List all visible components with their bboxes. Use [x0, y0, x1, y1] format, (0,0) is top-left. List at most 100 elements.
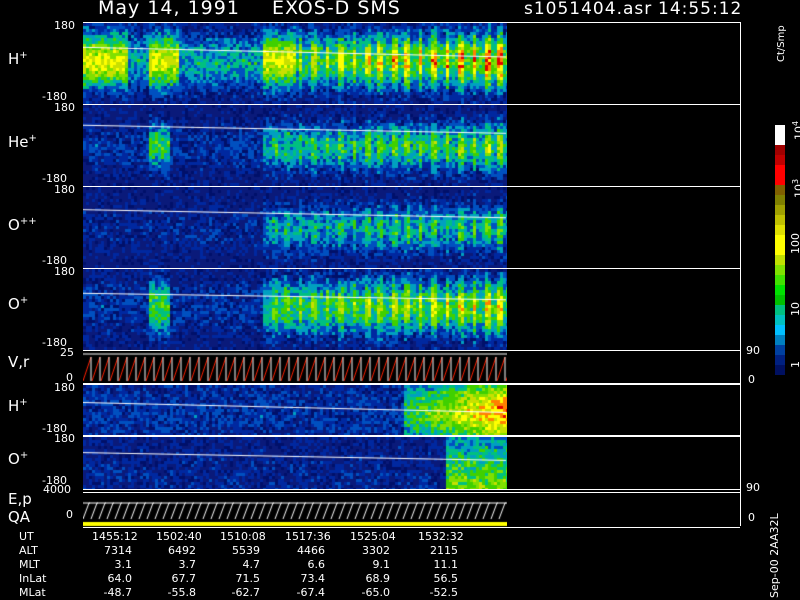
colorbar-swatch — [775, 135, 785, 145]
colorbar-swatch — [775, 265, 785, 275]
colorbar-swatch — [775, 335, 785, 345]
colorbar-swatch — [775, 155, 785, 165]
colorbar-swatch — [775, 165, 785, 175]
ymax-ep: 4000 — [43, 483, 71, 496]
table-cell: 3302 — [362, 544, 390, 557]
colorbar-tick-10: 10 — [789, 302, 800, 316]
table-cell: 3.1 — [114, 558, 133, 571]
colorbar-swatch — [775, 185, 785, 195]
table-cell: 1525:04 — [350, 530, 396, 543]
ymax-6: 180 — [54, 381, 75, 394]
spectrogram-h-plus-1 — [83, 23, 507, 104]
right-bottom-ep: 0 — [748, 511, 755, 524]
panel-vr — [83, 350, 740, 384]
table-cell: 56.5 — [433, 572, 459, 585]
colorbar-tick-100: 100 — [789, 233, 800, 254]
table-cell: 11.1 — [433, 558, 459, 571]
table-row-label: ALT — [19, 544, 38, 557]
table-cell: 1502:40 — [156, 530, 202, 543]
spectrogram-h-plus-2 — [83, 385, 507, 435]
table-cell: 1455:12 — [92, 530, 138, 543]
title-file: s1051404.asr — [524, 0, 653, 19]
panel-h-plus-2 — [83, 384, 740, 436]
title-date: May 14, 1991 — [98, 0, 240, 19]
spectrogram-o-plus-plus — [83, 187, 507, 268]
colorbar — [775, 125, 785, 375]
title-mission: EXOS-D SMS — [272, 0, 401, 19]
table-row-label: UT — [19, 530, 34, 543]
table-cell: 73.4 — [300, 572, 326, 585]
table-cell: 2115 — [430, 544, 458, 557]
table-cell: -48.7 — [103, 586, 132, 599]
table-cell: -55.8 — [167, 586, 196, 599]
ymax-1: 180 — [54, 19, 75, 32]
title-time: 14:55:12 — [658, 0, 743, 19]
ymax-vr: 25 — [60, 346, 74, 359]
colorbar-tick-1e4: 104 — [791, 120, 800, 140]
ymax-4: 180 — [54, 265, 75, 278]
ymin-ep: 0 — [66, 508, 73, 521]
table-cell: -52.5 — [429, 586, 458, 599]
colorbar-swatch — [775, 325, 785, 335]
trace-ep-qa — [83, 493, 507, 527]
table-cell: 71.5 — [235, 572, 261, 585]
right-top-ep: 90 — [746, 481, 760, 494]
colorbar-swatch — [775, 245, 785, 255]
colorbar-tick-1: 1 — [789, 361, 800, 368]
ymax-2: 180 — [54, 101, 75, 114]
table-cell: 9.1 — [372, 558, 391, 571]
right-axis-line — [740, 22, 741, 526]
colorbar-swatch — [775, 315, 785, 325]
panel-he-plus — [83, 104, 740, 187]
colorbar-swatch — [775, 255, 785, 265]
ymax-3: 180 — [54, 183, 75, 196]
colorbar-swatch — [775, 305, 785, 315]
table-row-label: MLat — [19, 586, 46, 599]
table-cell: -67.4 — [296, 586, 325, 599]
colorbar-swatch — [775, 225, 785, 235]
colorbar-unit: Ct/Smp — [776, 25, 787, 62]
label-ion-7: O+ — [8, 450, 29, 468]
colorbar-swatch — [775, 205, 785, 215]
label-ion-4: O+ — [8, 295, 29, 313]
label-ion-3: O++ — [8, 216, 37, 234]
table-cell: 64.0 — [107, 572, 133, 585]
table-cell: 4466 — [297, 544, 325, 557]
panel-o-plus-plus — [83, 186, 740, 269]
label-ion-1: H+ — [8, 50, 28, 68]
table-row-label: InLat — [19, 572, 47, 585]
spectrogram-o-plus-1 — [83, 269, 507, 350]
colorbar-swatch — [775, 175, 785, 185]
table-cell: 3.7 — [178, 558, 197, 571]
table-cell: -62.7 — [231, 586, 260, 599]
table-cell: 68.9 — [365, 572, 391, 585]
table-cell: 1510:08 — [220, 530, 266, 543]
colorbar-swatch — [775, 285, 785, 295]
colorbar-swatch — [775, 275, 785, 285]
colorbar-swatch — [775, 235, 785, 245]
label-ion-2: He+ — [8, 133, 37, 151]
table-cell: 7314 — [104, 544, 132, 557]
colorbar-swatch — [775, 195, 785, 205]
label-ion-6: H+ — [8, 397, 28, 415]
panel-h-plus-1 — [83, 22, 740, 105]
spectrogram-he-plus — [83, 105, 507, 186]
trace-vr — [83, 351, 507, 383]
table-cell: 4.7 — [242, 558, 261, 571]
label-qa: QA — [8, 508, 31, 526]
label-vr: V,r — [8, 353, 30, 371]
colorbar-swatch — [775, 295, 785, 305]
corner-note: Sep-00 2AA32L — [768, 513, 781, 598]
table-cell: 67.7 — [171, 572, 197, 585]
colorbar-tick-1e3: 103 — [791, 178, 800, 198]
colorbar-swatch — [775, 345, 785, 355]
table-cell: 1532:32 — [418, 530, 464, 543]
right-top-vr: 90 — [746, 344, 760, 357]
table-cell: -65.0 — [361, 586, 390, 599]
colorbar-swatch — [775, 355, 785, 365]
table-cell: 6.6 — [307, 558, 326, 571]
table-cell: 5539 — [232, 544, 260, 557]
ymax-7: 180 — [54, 432, 75, 445]
panel-ep-qa — [83, 492, 740, 528]
spectrogram-o-plus-2 — [83, 437, 507, 489]
